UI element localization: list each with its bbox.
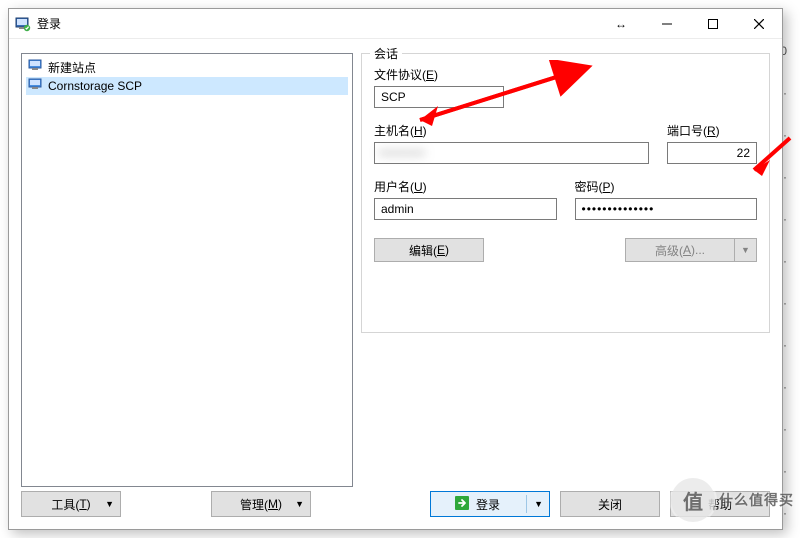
sidebar-item-new-site[interactable]: 新建站点: [26, 58, 348, 76]
chevron-down-icon: ▼: [741, 245, 750, 255]
port-label: 端口号(R): [667, 122, 757, 139]
close-dialog-button[interactable]: 关闭: [560, 491, 660, 517]
sidebar-item-label: 新建站点: [48, 59, 96, 76]
host-field[interactable]: •••••••••: [374, 142, 649, 164]
host-value-blurred: •••••••••: [379, 146, 426, 160]
titlebar: 登录 ↔: [9, 9, 782, 39]
bottom-bar: 工具(T) ▼ 管理(M) ▼ 登录 ▼: [21, 491, 770, 517]
chevron-down-icon: ▼: [534, 499, 543, 509]
app-icon: [15, 16, 31, 32]
password-field[interactable]: [575, 198, 758, 220]
chevron-down-icon: ▼: [105, 499, 114, 509]
advanced-button[interactable]: 高级(A)...: [625, 238, 735, 262]
computer-icon: [28, 78, 44, 95]
password-label: 密码(P): [575, 178, 758, 195]
site-list[interactable]: 新建站点 Cornstorage SCP: [21, 53, 353, 487]
login-icon: [454, 495, 470, 514]
computer-icon: [28, 59, 44, 76]
window-title: 登录: [37, 15, 61, 32]
close-button[interactable]: [736, 9, 782, 39]
tools-button[interactable]: 工具(T) ▼: [21, 491, 121, 517]
minimize-button[interactable]: [644, 9, 690, 39]
login-button[interactable]: 登录 ▼: [430, 491, 550, 517]
watermark-text: 什么值得买: [719, 490, 794, 510]
port-field[interactable]: [667, 142, 757, 164]
resize-handle-icon[interactable]: ↔: [598, 9, 644, 39]
sidebar-item-label: Cornstorage SCP: [48, 79, 142, 93]
chevron-down-icon: ▼: [295, 499, 304, 509]
sidebar-item-cornstorage[interactable]: Cornstorage SCP: [26, 77, 348, 95]
protocol-label: 文件协议(E): [374, 66, 757, 83]
session-group: 会话 文件协议(E) 主机名(H) •••••••••: [361, 53, 770, 333]
user-field[interactable]: [374, 198, 557, 220]
watermark: 值 什么值得买: [671, 478, 794, 522]
host-label: 主机名(H): [374, 122, 649, 139]
session-legend: 会话: [370, 45, 402, 62]
edit-button[interactable]: 编辑(E): [374, 238, 484, 262]
watermark-badge: 值: [671, 478, 715, 522]
manage-button[interactable]: 管理(M) ▼: [211, 491, 311, 517]
login-dialog: 登录 ↔ 新建站点: [8, 8, 783, 530]
protocol-select[interactable]: [374, 86, 504, 108]
advanced-dropdown-button[interactable]: ▼: [735, 238, 757, 262]
maximize-button[interactable]: [690, 9, 736, 39]
user-label: 用户名(U): [374, 178, 557, 195]
